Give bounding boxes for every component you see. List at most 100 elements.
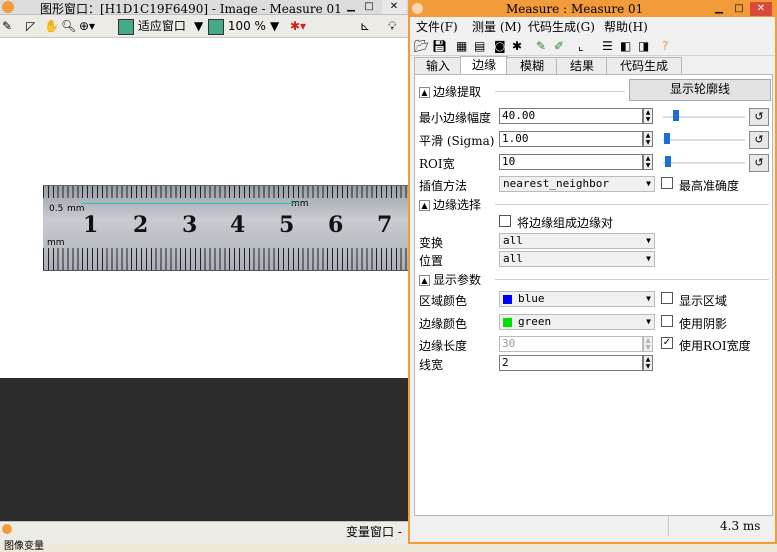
sigma-input[interactable]: 1.00 — [499, 131, 643, 147]
minimize-icon[interactable]: ▁ — [342, 0, 360, 14]
zoom-icon[interactable]: ⊕▾ — [79, 18, 95, 34]
tab-bar: 输入 边缘 模糊 结果 代码生成 — [414, 56, 704, 75]
save-icon[interactable]: 💾︎ — [432, 38, 447, 54]
app-icon — [2, 1, 14, 13]
line-width-input[interactable]: 2 — [499, 355, 643, 371]
use-roi-width-label: 使用ROI宽度 — [679, 339, 751, 353]
edge-length-spinner[interactable]: ▲ ▼ — [643, 336, 653, 352]
cube2-icon[interactable]: ◨ — [638, 38, 649, 54]
zoom-level-button[interactable]: 100 % — [208, 18, 266, 35]
measure-line — [81, 203, 299, 204]
show-contour-button[interactable]: 显示轮廓线 — [629, 79, 771, 101]
section-display[interactable]: ▲ 显示参数 — [419, 271, 481, 288]
min-amp-slider[interactable] — [663, 108, 745, 124]
close-icon[interactable]: ✕ — [382, 0, 406, 14]
edge-length-input[interactable]: 30 — [499, 336, 643, 352]
fit-dropdown-icon[interactable]: ▼ — [194, 18, 203, 34]
menu-codegen[interactable]: 代码生成(G) — [528, 18, 595, 35]
dialog-status-bar: 4.3 ms — [414, 514, 771, 538]
status-bar: 变量窗口 - 图像变量 — [0, 521, 408, 552]
transform-label: 变换 — [419, 236, 444, 250]
tab-result[interactable]: 结果 — [556, 57, 608, 75]
elapsed-time: 4.3 ms — [720, 519, 761, 533]
edge-color-label: 边缘颜色 — [419, 317, 468, 331]
menu-file[interactable]: 文件(F) — [416, 18, 458, 35]
max-precision-label: 最高准确度 — [679, 179, 740, 193]
sigma-spinner[interactable]: ▲ ▼ — [643, 131, 653, 147]
maximize-icon[interactable]: □ — [360, 0, 378, 14]
tab-fuzzy[interactable]: 模糊 — [506, 57, 558, 75]
line-width-spinner[interactable]: ▲ ▼ — [643, 355, 653, 371]
green-swatch-icon — [503, 317, 512, 327]
graphics-toolbar: ✎ ◸ ✋ 🔍︎ ⊕▾ 适应窗口 ▼ 100 % ▼ ✱▾ ⊾ 💡︎ — [0, 15, 408, 38]
transform-select[interactable]: all ▼ — [499, 233, 655, 249]
hand-icon[interactable]: ✋ — [44, 18, 59, 34]
sigma-slider[interactable] — [663, 131, 745, 147]
roi-width-label: ROI宽 — [419, 157, 455, 171]
draw-icon[interactable]: ✎ — [2, 18, 12, 34]
axis-icon[interactable]: ⊾ — [360, 18, 370, 34]
fit-window-icon — [118, 18, 134, 35]
menu-measure[interactable]: 测量 (M) — [472, 18, 521, 35]
tab-codegen[interactable]: 代码生成 — [606, 57, 682, 75]
region-color-select[interactable]: blue ▼ — [499, 291, 655, 307]
color-tool-icon[interactable]: ✱▾ — [290, 18, 306, 34]
measure-dialog: Measure : Measure 01 ▁ □ ✕ 文件(F) 测量 (M) … — [408, 0, 777, 544]
sigma-reset-icon[interactable]: ↺ — [749, 131, 769, 149]
ruler-bottom-ticks — [43, 248, 408, 270]
close-icon[interactable]: ✕ — [750, 2, 772, 16]
show-region-checkbox[interactable] — [661, 292, 673, 304]
edge-color-select[interactable]: green ▼ — [499, 314, 655, 330]
tab-edge[interactable]: 边缘 — [460, 56, 508, 75]
help-icon[interactable]: ? — [662, 38, 668, 54]
cube-icon[interactable]: ◧ — [620, 38, 631, 54]
interp-select[interactable]: nearest_neighbor ▼ — [499, 176, 655, 192]
menu-help[interactable]: 帮助(H) — [604, 18, 648, 35]
ruler-half-mark: 0.5 — [49, 204, 64, 214]
bulb-icon[interactable]: 💡︎ — [388, 18, 396, 34]
edge-pair-label: 将边缘组成边缘对 — [517, 216, 614, 230]
roi-width-input[interactable]: 10 — [499, 154, 643, 170]
image-icon[interactable]: ▤ — [474, 38, 485, 54]
min-amp-input[interactable]: 40.00 — [499, 108, 643, 124]
divider — [495, 279, 769, 280]
min-amp-reset-icon[interactable]: ↺ — [749, 108, 769, 126]
load-icon[interactable]: ▦ — [456, 38, 467, 54]
image-canvas[interactable]: 0.5 mm mm mm 1 2 3 4 5 6 7 — [0, 38, 408, 378]
use-roi-width-checkbox[interactable]: ✓ — [661, 337, 673, 349]
region-color-label: 区域颜色 — [419, 294, 468, 308]
list-icon[interactable]: ☰ — [602, 38, 613, 54]
min-amp-spinner[interactable]: ▲ ▼ — [643, 108, 653, 124]
roi-width-spinner[interactable]: ▲ ▼ — [643, 154, 653, 170]
magnifier-icon[interactable]: 🔍︎ — [61, 18, 76, 34]
ruler-unit-top-right: mm — [291, 199, 309, 209]
minimize-icon[interactable]: ▁ — [710, 2, 728, 16]
max-precision-checkbox[interactable] — [661, 177, 673, 189]
chart-icon[interactable]: ⌞ — [578, 38, 584, 54]
pen-icon[interactable]: ✎ — [536, 38, 546, 54]
dropdown-arrow-icon: ▼ — [646, 179, 651, 188]
dropdown-arrow-icon: ▼ — [646, 294, 651, 303]
camera-icon[interactable]: ◙ — [494, 38, 506, 54]
use-shadow-checkbox[interactable] — [661, 315, 673, 327]
maximize-icon[interactable]: □ — [730, 2, 748, 16]
pen2-icon[interactable]: ✐ — [554, 38, 564, 54]
app-icon — [2, 524, 12, 534]
fit-window-label: 适应窗口 — [137, 19, 186, 33]
section-edge-select[interactable]: ▲ 边缘选择 — [419, 196, 481, 213]
pointer-icon[interactable]: ◸ — [26, 18, 35, 34]
open-icon[interactable]: 📂︎ — [414, 38, 429, 54]
position-select[interactable]: all ▼ — [499, 251, 655, 267]
ruler-image: 0.5 mm mm mm 1 2 3 4 5 6 7 — [43, 185, 408, 271]
var-window-label[interactable]: 变量窗口 - — [346, 523, 402, 540]
roi-width-slider[interactable] — [663, 154, 745, 170]
settings-icon[interactable]: ✱ — [512, 38, 522, 54]
section-edge-extract[interactable]: ▲ 边缘提取 — [419, 83, 481, 100]
edge-pair-checkbox[interactable] — [499, 215, 511, 227]
zoom-dropdown-icon[interactable]: ▼ — [270, 18, 279, 34]
ruler-number: 6 — [328, 212, 344, 238]
tab-input[interactable]: 输入 — [414, 57, 462, 75]
app-icon — [412, 3, 423, 14]
roi-width-reset-icon[interactable]: ↺ — [749, 154, 769, 172]
fit-window-button[interactable]: 适应窗口 — [118, 18, 186, 35]
